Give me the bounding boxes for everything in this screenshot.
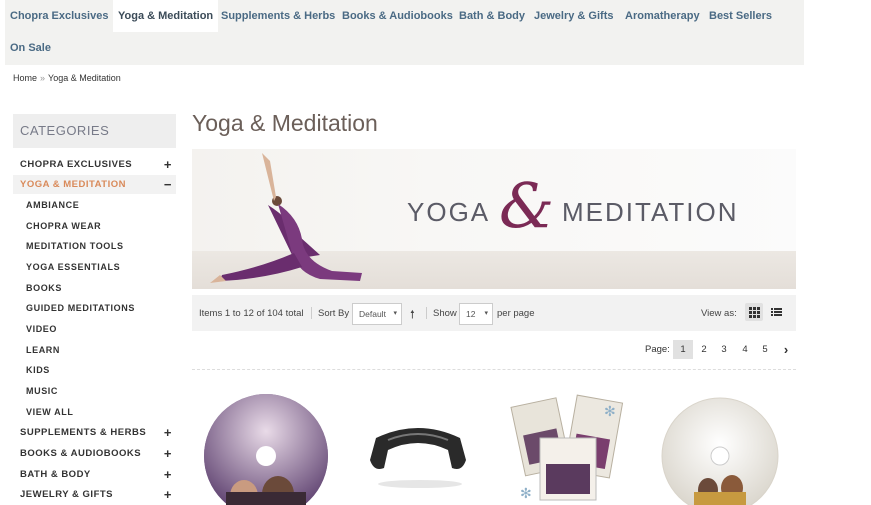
nav-supplements-herbs[interactable]: Supplements & Herbs [221,0,335,32]
nav-aromatherapy[interactable]: Aromatherapy [625,0,700,32]
svg-text:✻: ✻ [604,403,616,419]
items-count: Items 1 to 12 of 104 total [199,308,304,319]
banner-word-yoga: YOGA [407,197,491,227]
banner-word-meditation: MEDITATION [562,197,739,227]
breadcrumb-current: Yoga & Meditation [48,73,121,83]
show-value: 12 [466,309,476,319]
caret-down-icon: ▾ [484,310,488,317]
grid-icon [749,307,760,318]
category-label: JEWELRY & GIFTS [20,489,114,500]
caret-down-icon: ▾ [393,310,397,317]
expand-icon[interactable]: + [164,465,172,484]
list-icon [771,308,782,316]
categories-heading: CATEGORIES [13,114,176,148]
breadcrumb: Home» Yoga & Meditation [13,73,121,83]
nav-on-sale[interactable]: On Sale [10,32,51,64]
listing-toolbar: Items 1 to 12 of 104 total Sort By Defau… [192,295,796,331]
category-label: YOGA & MEDITATION [20,179,126,190]
category-label: BATH & BODY [20,469,91,480]
yoga-pose-figure [210,153,362,283]
expand-icon[interactable]: + [164,423,172,442]
page-2[interactable]: 2 [694,340,714,359]
toolbar-divider [426,307,427,319]
show-select[interactable]: 12 ▾ [459,303,493,325]
nav-jewelry-gifts[interactable]: Jewelry & Gifts [534,0,613,32]
subcategory-meditation-tools[interactable]: MEDITATION TOOLS [26,241,124,251]
page-3[interactable]: 3 [714,340,734,359]
product-image-become-believe-disc[interactable] [652,388,792,505]
category-banner: YOGA & MEDITATION [192,149,796,289]
breadcrumb-home[interactable]: Home [13,73,37,83]
subcategory-video[interactable]: VIDEO [26,324,57,334]
subcategory-yoga-essentials[interactable]: YOGA ESSENTIALS [26,262,120,272]
product-image-oprah-deepak-dvd[interactable] [196,388,336,505]
sort-value: Default [359,309,386,319]
show-label: Show [433,308,457,319]
breadcrumb-separator: » [40,73,46,83]
collapse-icon[interactable]: − [164,175,172,194]
category-label: SUPPLEMENTS & HERBS [20,427,147,438]
subcategory-view-all[interactable]: VIEW ALL [26,407,73,417]
nav-chopra-exclusives[interactable]: Chopra Exclusives [10,0,108,32]
page-5[interactable]: 5 [755,340,775,359]
product-image-believe-dvd-set[interactable]: ✻ ✻ [500,388,640,505]
top-navigation: Chopra Exclusives Yoga & Meditation Supp… [5,0,804,65]
subcategory-music[interactable]: MUSIC [26,386,58,396]
subcategory-guided-meditations[interactable]: GUIDED MEDITATIONS [26,303,135,313]
product-image-muse-headband[interactable] [348,388,488,505]
sort-label: Sort By [318,308,350,319]
page-1[interactable]: 1 [673,340,693,359]
subcategory-learn[interactable]: LEARN [26,345,60,355]
category-chopra-exclusives[interactable]: CHOPRA EXCLUSIVES + [13,155,176,174]
nav-bath-body[interactable]: Bath & Body [459,0,525,32]
sort-direction-arrow-icon[interactable]: 🠕 [410,306,415,325]
category-supplements-herbs[interactable]: SUPPLEMENTS & HERBS + [13,423,176,442]
list-view-button[interactable] [767,303,785,321]
category-yoga-meditation[interactable]: YOGA & MEDITATION − [13,175,176,194]
per-page-label: per page [497,308,535,319]
category-jewelry-gifts[interactable]: JEWELRY & GIFTS + [13,485,176,504]
page-4[interactable]: 4 [735,340,755,359]
category-bath-body[interactable]: BATH & BODY + [13,465,176,484]
nav-yoga-meditation[interactable]: Yoga & Meditation [113,0,219,32]
subcategory-books[interactable]: BOOKS [26,283,62,293]
sort-select[interactable]: Default ▾ [352,303,402,325]
expand-icon[interactable]: + [164,485,172,504]
subcategory-ambiance[interactable]: AMBIANCE [26,200,79,210]
category-label: BOOKS & AUDIOBOOKS [20,448,142,459]
expand-icon[interactable]: + [164,444,172,463]
toolbar-divider [311,307,312,319]
banner-ampersand: & [499,169,555,242]
page-label: Page: [645,344,670,355]
next-page-icon[interactable]: › [776,340,796,359]
svg-text:✻: ✻ [520,485,532,501]
subcategory-chopra-wear[interactable]: CHOPRA WEAR [26,221,101,231]
grid-view-button[interactable] [745,303,763,321]
category-label: CHOPRA EXCLUSIVES [20,159,133,170]
subcategory-kids[interactable]: KIDS [26,365,50,375]
expand-icon[interactable]: + [164,155,172,174]
nav-books-audiobooks[interactable]: Books & Audiobooks [342,0,453,32]
nav-best-sellers[interactable]: Best Sellers [709,0,772,32]
divider [192,369,796,370]
page-title: Yoga & Meditation [192,110,378,136]
category-books-audiobooks[interactable]: BOOKS & AUDIOBOOKS + [13,444,176,463]
view-as-label: View as: [701,308,737,319]
